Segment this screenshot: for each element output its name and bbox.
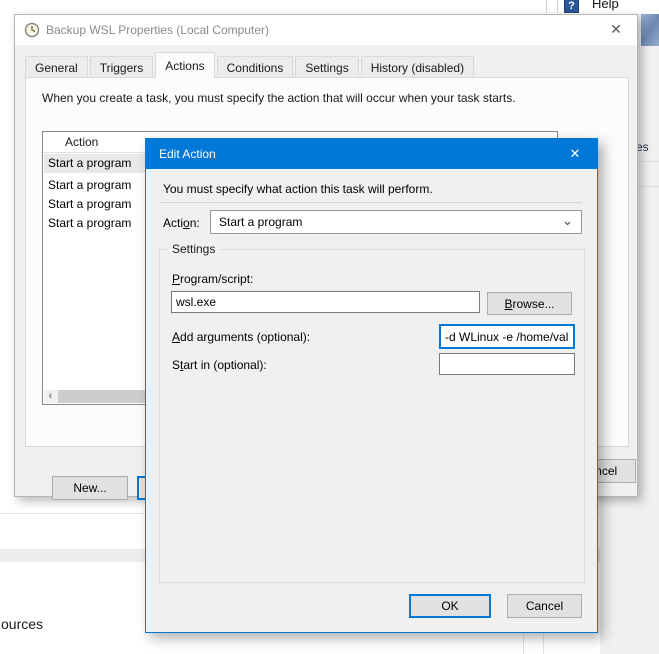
properties-titlebar[interactable]: Backup WSL Properties (Local Computer) ✕: [15, 15, 637, 45]
program-script-input[interactable]: [171, 291, 480, 313]
add-arguments-input[interactable]: [439, 324, 575, 349]
start-in-input[interactable]: [439, 353, 575, 375]
add-arguments-label: Add arguments (optional):: [172, 330, 310, 344]
actions-description: When you create a task, you must specify…: [42, 91, 516, 105]
tab-history[interactable]: History (disabled): [361, 56, 474, 78]
edit-action-titlebar[interactable]: Edit Action ✕: [146, 139, 597, 169]
tab-strip: General Triggers Actions Conditions Sett…: [25, 52, 476, 78]
tab-general[interactable]: General: [25, 56, 88, 78]
help-menu-item[interactable]: Help: [592, 0, 619, 11]
background-partial-text: ources: [1, 616, 43, 632]
tab-actions[interactable]: Actions: [155, 52, 214, 78]
scroll-left-icon[interactable]: ‹: [44, 390, 57, 403]
start-in-label: Start in (optional):: [172, 358, 267, 372]
action-column-header[interactable]: Action: [65, 135, 98, 149]
screen: es ? Help ources Backup WSL Properties (…: [0, 0, 659, 654]
settings-groupbox: Settings Program/script: Browse... Add a…: [159, 249, 585, 583]
divider: [543, 634, 544, 654]
action-type-select[interactable]: Start a program ⌄: [210, 210, 582, 234]
action-type-value: Start a program: [219, 215, 302, 229]
tab-conditions[interactable]: Conditions: [217, 56, 294, 78]
program-script-label: Program/script:: [172, 272, 253, 286]
chevron-down-icon[interactable]: ⌄: [562, 213, 573, 229]
new-button[interactable]: New...: [52, 476, 128, 500]
tab-triggers[interactable]: Triggers: [90, 56, 154, 78]
browse-button[interactable]: Browse...: [487, 292, 572, 315]
properties-close-icon[interactable]: ✕: [597, 15, 635, 44]
edit-action-intro: You must specify what action this task w…: [163, 182, 433, 196]
settings-groupbox-legend: Settings: [168, 242, 219, 256]
toolbar-separator: [546, 0, 547, 13]
divider: [160, 202, 582, 203]
ok-button[interactable]: OK: [409, 594, 491, 618]
task-clock-icon: [24, 22, 40, 38]
tab-settings[interactable]: Settings: [295, 56, 358, 78]
help-icon[interactable]: ?: [564, 0, 579, 13]
edit-action-title: Edit Action: [159, 147, 216, 161]
divider: [523, 634, 524, 654]
cancel-button[interactable]: Cancel: [507, 594, 582, 618]
properties-window-title: Backup WSL Properties (Local Computer): [46, 23, 269, 37]
edit-action-dialog: Edit Action ✕ You must specify what acti…: [145, 138, 598, 633]
toolbar-separator: [557, 0, 558, 13]
action-label: Action:: [163, 216, 200, 230]
edit-action-close-icon[interactable]: ✕: [553, 139, 597, 169]
background-toolbar: ? Help: [0, 0, 659, 14]
